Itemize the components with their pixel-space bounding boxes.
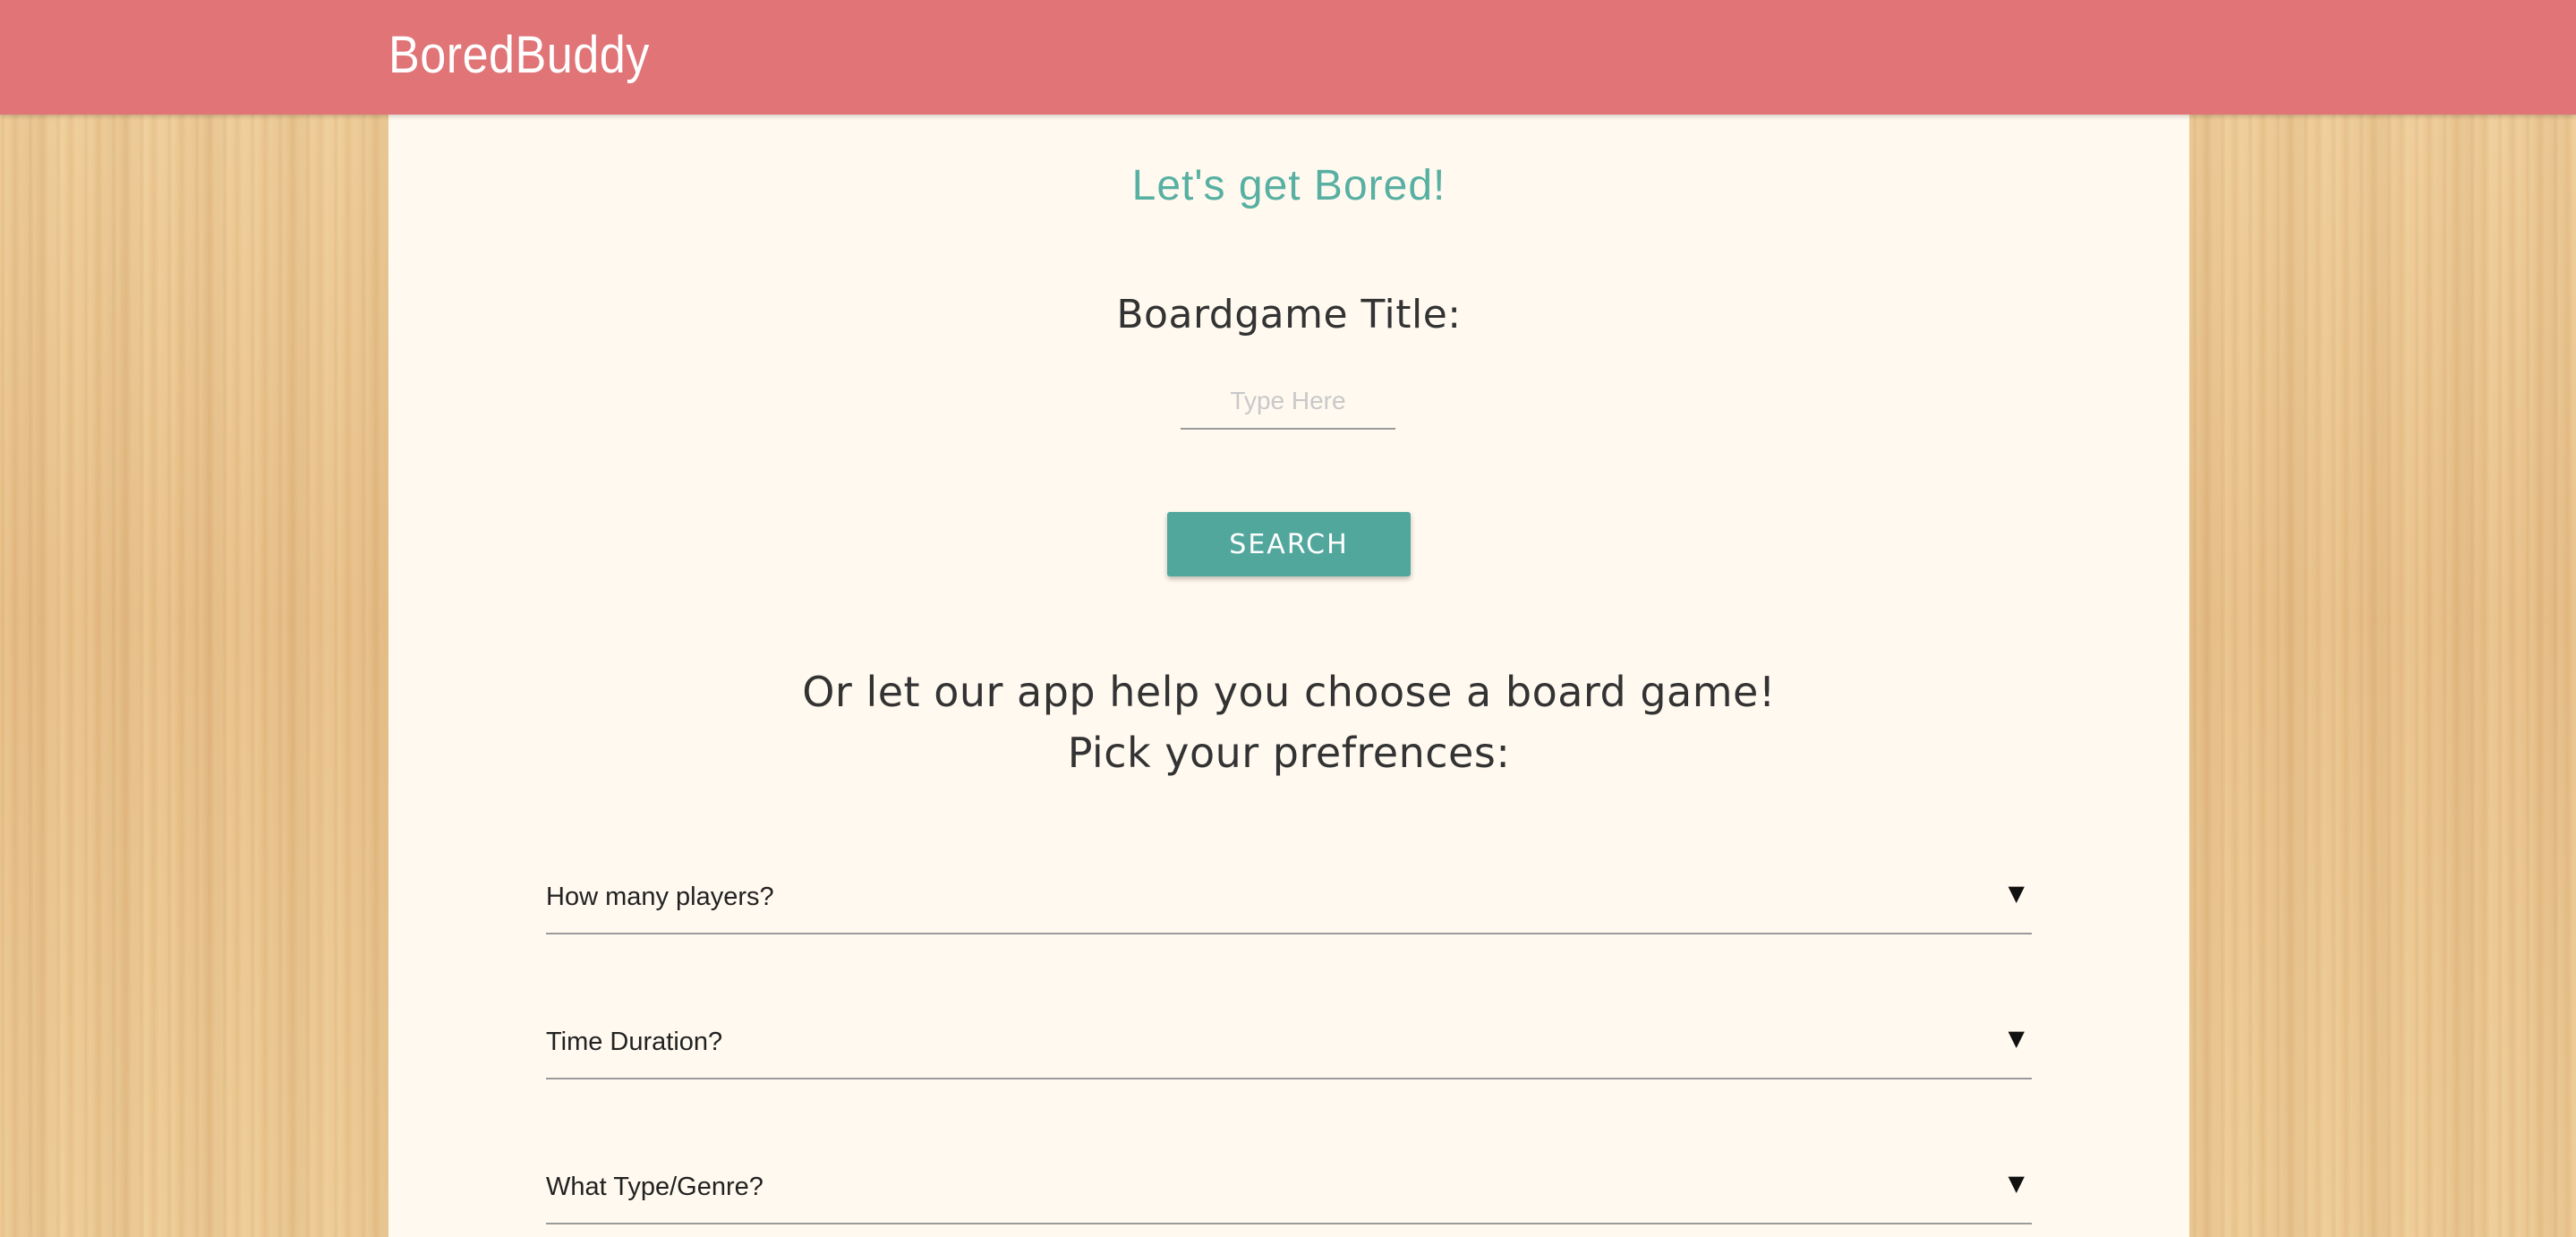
brand-logo[interactable]: BoredBuddy <box>388 20 650 91</box>
players-select-label: How many players? <box>546 883 774 911</box>
page-tagline: Let's get Bored! <box>1131 162 1446 209</box>
duration-select-label: Time Duration? <box>546 1028 723 1056</box>
main-panel: Let's get Bored! Boardgame Title: SEARCH… <box>388 115 2189 1237</box>
duration-select[interactable]: Time Duration? ▼ <box>546 1019 2032 1079</box>
search-button[interactable]: SEARCH <box>1167 512 1411 576</box>
triangle-down-icon: ▼ <box>2008 1026 2025 1051</box>
help-text-line-1: Or let our app help you choose a board g… <box>802 668 1776 716</box>
triangle-down-icon: ▼ <box>2008 881 2025 906</box>
players-select[interactable]: How many players? ▼ <box>546 874 2032 934</box>
boardgame-title-label: Boardgame Title: <box>1116 292 1462 337</box>
genre-select[interactable]: What Type/Genre? ▼ <box>546 1164 2032 1224</box>
top-navbar: BoredBuddy <box>0 0 2576 115</box>
boardgame-title-input[interactable] <box>1181 374 1395 430</box>
genre-select-label: What Type/Genre? <box>546 1173 763 1201</box>
triangle-down-icon: ▼ <box>2008 1171 2025 1196</box>
help-text-line-2: Pick your prefrences: <box>1067 729 1511 777</box>
